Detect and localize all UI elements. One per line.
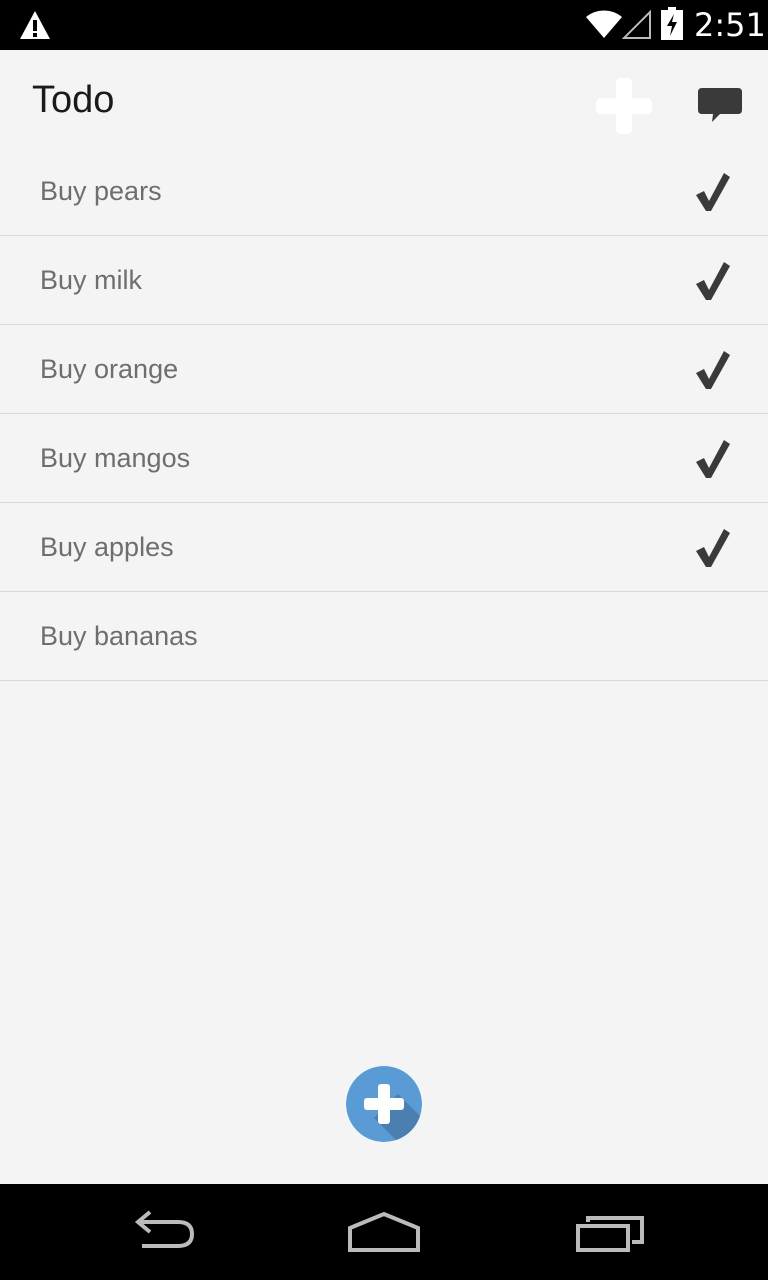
list-item[interactable]: Buy pears bbox=[0, 147, 768, 236]
navigation-bar bbox=[0, 1184, 768, 1280]
add-icon[interactable] bbox=[592, 74, 656, 138]
todo-label: Buy bananas bbox=[40, 621, 198, 651]
app-title: Todo bbox=[32, 79, 115, 121]
home-icon[interactable] bbox=[344, 1202, 424, 1262]
list-item[interactable]: Buy mangos bbox=[0, 414, 768, 503]
add-circle-icon[interactable] bbox=[346, 1066, 422, 1142]
back-icon[interactable] bbox=[120, 1202, 200, 1262]
todo-label: Buy milk bbox=[40, 265, 143, 295]
checkmark-icon[interactable] bbox=[692, 258, 732, 302]
todo-label: Buy apples bbox=[40, 532, 174, 562]
list-item[interactable]: Buy orange bbox=[0, 325, 768, 414]
list-item[interactable]: Buy milk bbox=[0, 236, 768, 325]
warning-icon bbox=[20, 11, 50, 39]
chat-bubble-icon[interactable] bbox=[696, 84, 744, 128]
checkmark-icon[interactable] bbox=[692, 436, 732, 480]
battery-charging-icon bbox=[661, 7, 683, 40]
checkmark-icon[interactable] bbox=[692, 347, 732, 391]
todo-list: Buy pears Buy milk Buy orange Buy mangos… bbox=[0, 147, 768, 681]
wifi-icon bbox=[586, 10, 622, 38]
status-clock: 2:51 bbox=[694, 6, 766, 44]
action-bar: Todo bbox=[0, 50, 768, 150]
todo-label: Buy mangos bbox=[40, 443, 191, 473]
list-item[interactable]: Buy apples bbox=[0, 503, 768, 592]
todo-label: Buy orange bbox=[40, 354, 179, 384]
list-item[interactable]: Buy bananas bbox=[0, 592, 768, 681]
checkmark-icon[interactable] bbox=[692, 169, 732, 213]
status-bar: 2:51 bbox=[0, 0, 768, 50]
checkmark-icon[interactable] bbox=[692, 525, 732, 569]
todo-label: Buy pears bbox=[40, 176, 162, 206]
recent-apps-icon[interactable] bbox=[570, 1202, 650, 1262]
signal-icon bbox=[622, 9, 651, 39]
